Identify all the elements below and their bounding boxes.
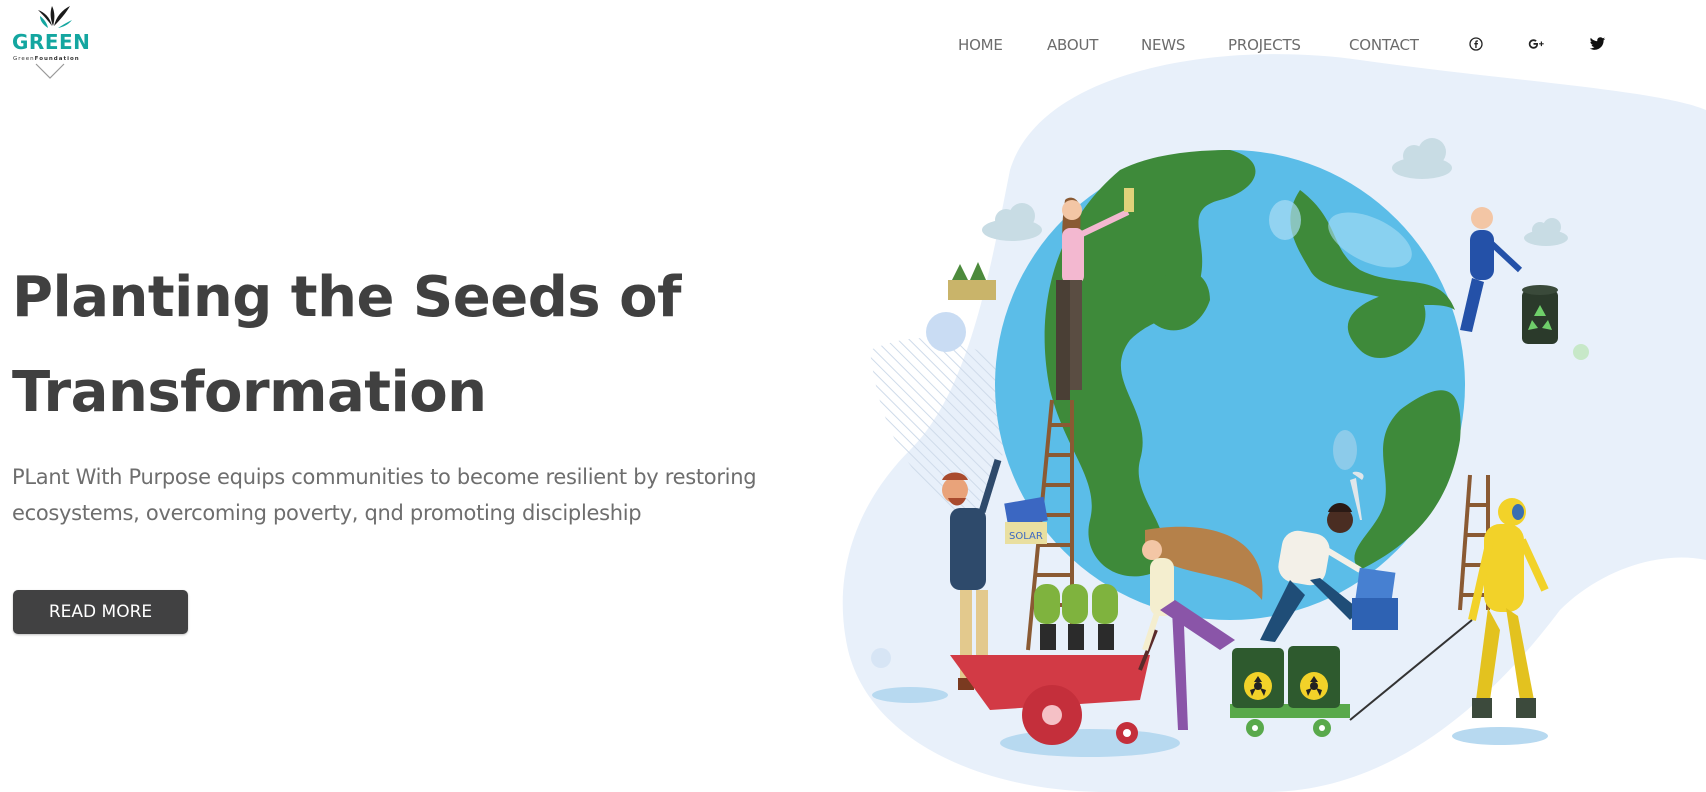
bubble-green	[1573, 344, 1589, 360]
brand-logo[interactable]: GREEN GreenFoundation	[12, 4, 94, 84]
solar-panel-label: SOLAR	[1009, 531, 1043, 542]
hero-illustration: SOLAR	[842, 54, 1706, 792]
hero-description: PLant With Purpose equips communities to…	[12, 459, 832, 531]
bubble-large	[926, 312, 966, 352]
read-more-button[interactable]: READ MORE	[13, 590, 188, 634]
hero-title: Planting the Seeds of Transformation	[12, 250, 732, 440]
hero-description-line-2: ecosystems, overcoming poverty, qnd prom…	[12, 501, 642, 525]
logo-wordmark: GREEN	[12, 30, 91, 54]
hero-title-line-1: Planting the Seeds of	[12, 265, 681, 330]
hero-title-line-2: Transformation	[12, 360, 487, 425]
bubble-small	[871, 648, 891, 668]
logo-subtitle: GreenFoundation	[13, 56, 80, 62]
hero-description-line-1: PLant With Purpose equips communities to…	[12, 465, 757, 489]
